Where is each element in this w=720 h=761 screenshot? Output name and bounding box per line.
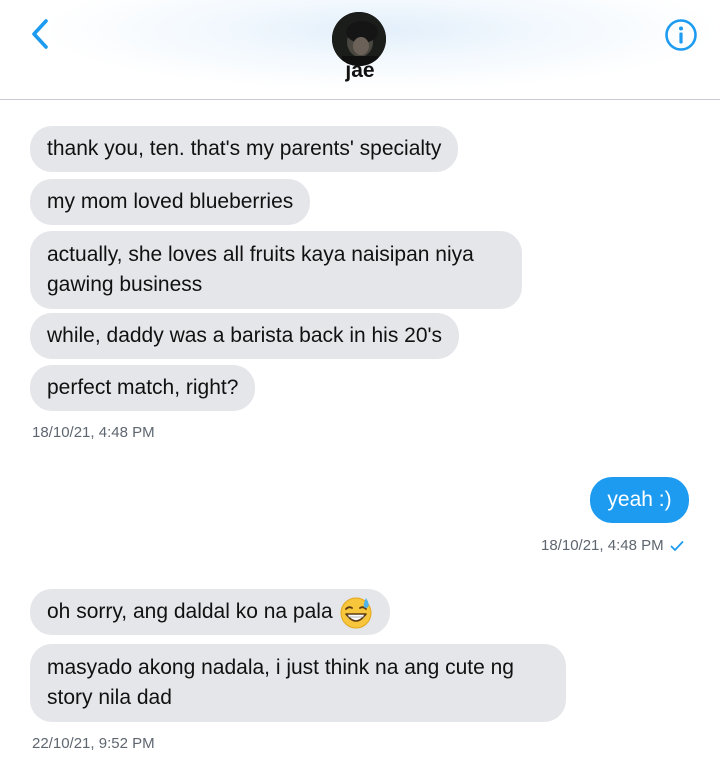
message-timestamp: 22/10/21, 9:52 PM: [32, 735, 155, 752]
conversation-header: jae: [0, 0, 720, 100]
message-timestamp: 18/10/21, 4:48 PM: [32, 424, 155, 441]
avatar-photo: [332, 12, 386, 66]
message-bubble-incoming[interactable]: masyado akong nadala, i just think na an…: [30, 644, 566, 722]
message-bubble-incoming[interactable]: thank you, ten. that's my parents' speci…: [30, 126, 459, 172]
back-button[interactable]: [22, 16, 58, 52]
message-text-line: actually, she loves all fruits kaya nais…: [47, 243, 474, 266]
message-bubble-incoming[interactable]: oh sorry, ang daldal ko na pala: [30, 589, 390, 635]
message-text: yeah :): [607, 488, 672, 511]
message-text: while, daddy was a barista back in his 2…: [47, 324, 443, 347]
info-button[interactable]: [664, 18, 698, 52]
contact-name[interactable]: jae: [0, 59, 720, 83]
timestamp-text: 18/10/21, 4:48 PM: [541, 537, 664, 554]
message-bubble-incoming[interactable]: my mom loved blueberries: [30, 179, 311, 225]
avatar[interactable]: [332, 12, 386, 66]
message-text: perfect match, right?: [47, 376, 239, 399]
checkmark-icon: [670, 541, 683, 551]
message-bubble-incoming[interactable]: while, daddy was a barista back in his 2…: [30, 313, 460, 359]
dm-conversation-screen: jae thank you, ten. that's my parents' s…: [0, 0, 720, 761]
message-text-line: story nila dad: [47, 686, 172, 709]
message-text-line: masyado akong nadala, i just think na an…: [47, 656, 514, 679]
message-text: thank you, ten. that's my parents' speci…: [47, 137, 442, 160]
message-timestamp-outgoing: 18/10/21, 4:48 PM: [541, 537, 684, 554]
message-text: my mom loved blueberries: [47, 190, 294, 213]
grinning-sweat-emoji-icon: [340, 597, 372, 629]
message-bubble-outgoing[interactable]: yeah :): [590, 477, 689, 523]
message-text: oh sorry, ang daldal ko na pala: [47, 600, 333, 623]
info-icon: [665, 19, 697, 51]
chevron-left-icon: [32, 19, 48, 49]
message-bubble-incoming[interactable]: actually, she loves all fruits kaya nais…: [30, 231, 522, 309]
message-bubble-incoming[interactable]: perfect match, right?: [30, 365, 256, 411]
message-text-line: gawing business: [47, 273, 203, 296]
